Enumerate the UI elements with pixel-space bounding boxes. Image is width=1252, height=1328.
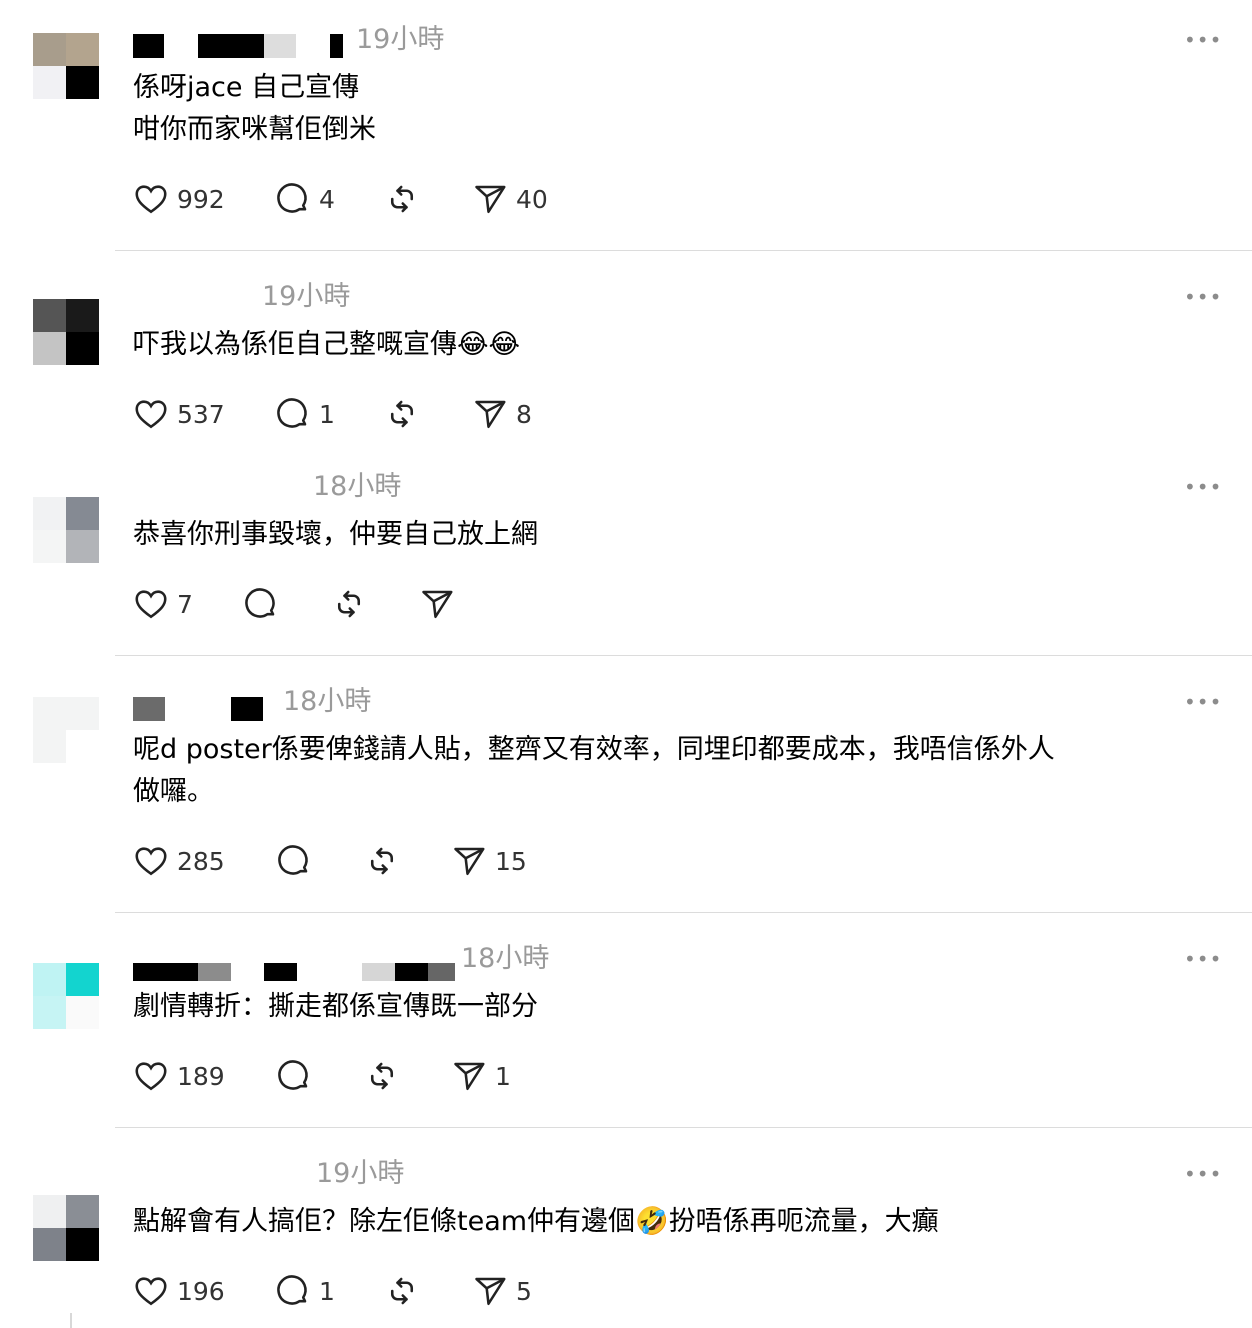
more-options-icon[interactable]: ••• <box>1184 30 1222 50</box>
reply-button[interactable]: 1 <box>275 396 335 432</box>
reply-button[interactable] <box>243 586 279 622</box>
avatar[interactable] <box>33 497 99 563</box>
like-count: 285 <box>177 846 225 876</box>
timestamp: 18小時 <box>283 686 372 717</box>
repost-button[interactable] <box>364 1058 400 1094</box>
timestamp: 18小時 <box>461 943 550 974</box>
share-button[interactable]: 1 <box>451 1058 511 1094</box>
comment-text: 係呀jace 自己宣傳 咁你而家咪幫佢倒米 <box>133 72 376 145</box>
like-button[interactable]: 7 <box>133 586 193 622</box>
comment-text: 恭喜你刑事毀壞，仲要自己放上網 <box>133 519 538 550</box>
more-options-icon[interactable]: ••• <box>1184 477 1222 497</box>
avatar[interactable] <box>33 697 99 763</box>
like-count: 992 <box>177 184 225 214</box>
repost-icon <box>370 1062 394 1090</box>
share-button[interactable] <box>419 586 455 622</box>
repost-button[interactable] <box>384 1273 420 1309</box>
more-options-icon[interactable]: ••• <box>1184 692 1222 712</box>
heart-icon <box>135 847 167 876</box>
timestamp: 19小時 <box>316 1158 405 1189</box>
more-options-icon[interactable]: ••• <box>1184 949 1222 969</box>
share-button[interactable]: 5 <box>472 1273 532 1309</box>
avatar[interactable] <box>33 1195 99 1261</box>
send-icon <box>422 590 453 619</box>
action-bar: 537 1 8 <box>133 396 833 432</box>
like-button[interactable]: 537 <box>133 396 225 432</box>
comment-icon <box>277 183 307 213</box>
repost-icon <box>390 1277 414 1305</box>
share-count: 40 <box>516 184 548 214</box>
thread-line <box>70 1313 72 1328</box>
send-icon <box>475 185 506 214</box>
send-icon <box>475 400 506 429</box>
comment-text: 呢d poster係要俾錢請人貼，整齊又有效率，同埋印都要成本，我唔信係外人 做… <box>133 734 1055 807</box>
heart-icon <box>135 590 167 619</box>
timestamp: 19小時 <box>262 281 351 312</box>
heart-icon <box>135 1062 167 1091</box>
share-count: 8 <box>516 399 532 429</box>
comment-icon <box>278 1060 308 1090</box>
action-bar: 196 1 5 <box>133 1273 833 1309</box>
repost-icon <box>390 400 414 428</box>
like-count: 189 <box>177 1061 225 1091</box>
more-options-icon[interactable]: ••• <box>1184 287 1222 307</box>
comment-icon <box>245 588 275 618</box>
divider <box>115 912 1252 913</box>
repost-button[interactable] <box>384 396 420 432</box>
comment-text: 劇情轉折：撕走都係宣傳既一部分 <box>133 991 538 1022</box>
action-bar: 189 1 <box>133 1058 833 1094</box>
send-icon <box>454 847 485 876</box>
like-count: 537 <box>177 399 225 429</box>
comment-text: 點解會有人搞佢？除左佢條team仲有邊個🤣扮唔係再呃流量，大癲 <box>133 1206 939 1237</box>
like-count: 7 <box>177 589 193 619</box>
comment-icon <box>277 1275 307 1305</box>
avatar[interactable] <box>33 33 99 99</box>
reply-button[interactable]: 1 <box>275 1273 335 1309</box>
like-button[interactable]: 285 <box>133 843 225 879</box>
reply-count: 4 <box>319 184 335 214</box>
heart-icon <box>135 400 167 429</box>
like-button[interactable]: 189 <box>133 1058 225 1094</box>
share-count: 5 <box>516 1276 532 1306</box>
action-bar: 7 <box>133 586 833 622</box>
avatar[interactable] <box>33 963 99 1029</box>
share-button[interactable]: 15 <box>451 843 527 879</box>
like-count: 196 <box>177 1276 225 1306</box>
divider <box>115 1127 1252 1128</box>
action-bar: 285 15 <box>133 843 833 879</box>
send-icon <box>475 1277 506 1306</box>
repost-button[interactable] <box>384 181 420 217</box>
timestamp: 19小時 <box>356 24 445 55</box>
avatar[interactable] <box>33 299 99 365</box>
timestamp: 18小時 <box>313 471 402 502</box>
comment-icon <box>278 845 308 875</box>
heart-icon <box>135 185 167 214</box>
share-count: 1 <box>495 1061 511 1091</box>
repost-icon <box>370 847 394 875</box>
reply-button[interactable]: 4 <box>275 181 335 217</box>
divider <box>115 655 1252 656</box>
repost-button[interactable] <box>364 843 400 879</box>
comment-icon <box>277 398 307 428</box>
heart-icon <box>135 1277 167 1306</box>
share-count: 15 <box>495 846 527 876</box>
repost-icon <box>390 185 414 213</box>
reply-button[interactable] <box>276 1058 312 1094</box>
reply-count: 1 <box>319 399 335 429</box>
send-icon <box>454 1062 485 1091</box>
repost-icon <box>337 590 361 618</box>
divider <box>115 250 1252 251</box>
like-button[interactable]: 196 <box>133 1273 225 1309</box>
reply-button[interactable] <box>276 843 312 879</box>
more-options-icon[interactable]: ••• <box>1184 1164 1222 1184</box>
comment-text: 吓我以為係佢自己整嘅宣傳😂😂 <box>133 329 521 360</box>
action-bar: 992 4 40 <box>133 181 833 217</box>
reply-count: 1 <box>319 1276 335 1306</box>
share-button[interactable]: 40 <box>472 181 548 217</box>
like-button[interactable]: 992 <box>133 181 225 217</box>
repost-button[interactable] <box>331 586 367 622</box>
share-button[interactable]: 8 <box>472 396 532 432</box>
